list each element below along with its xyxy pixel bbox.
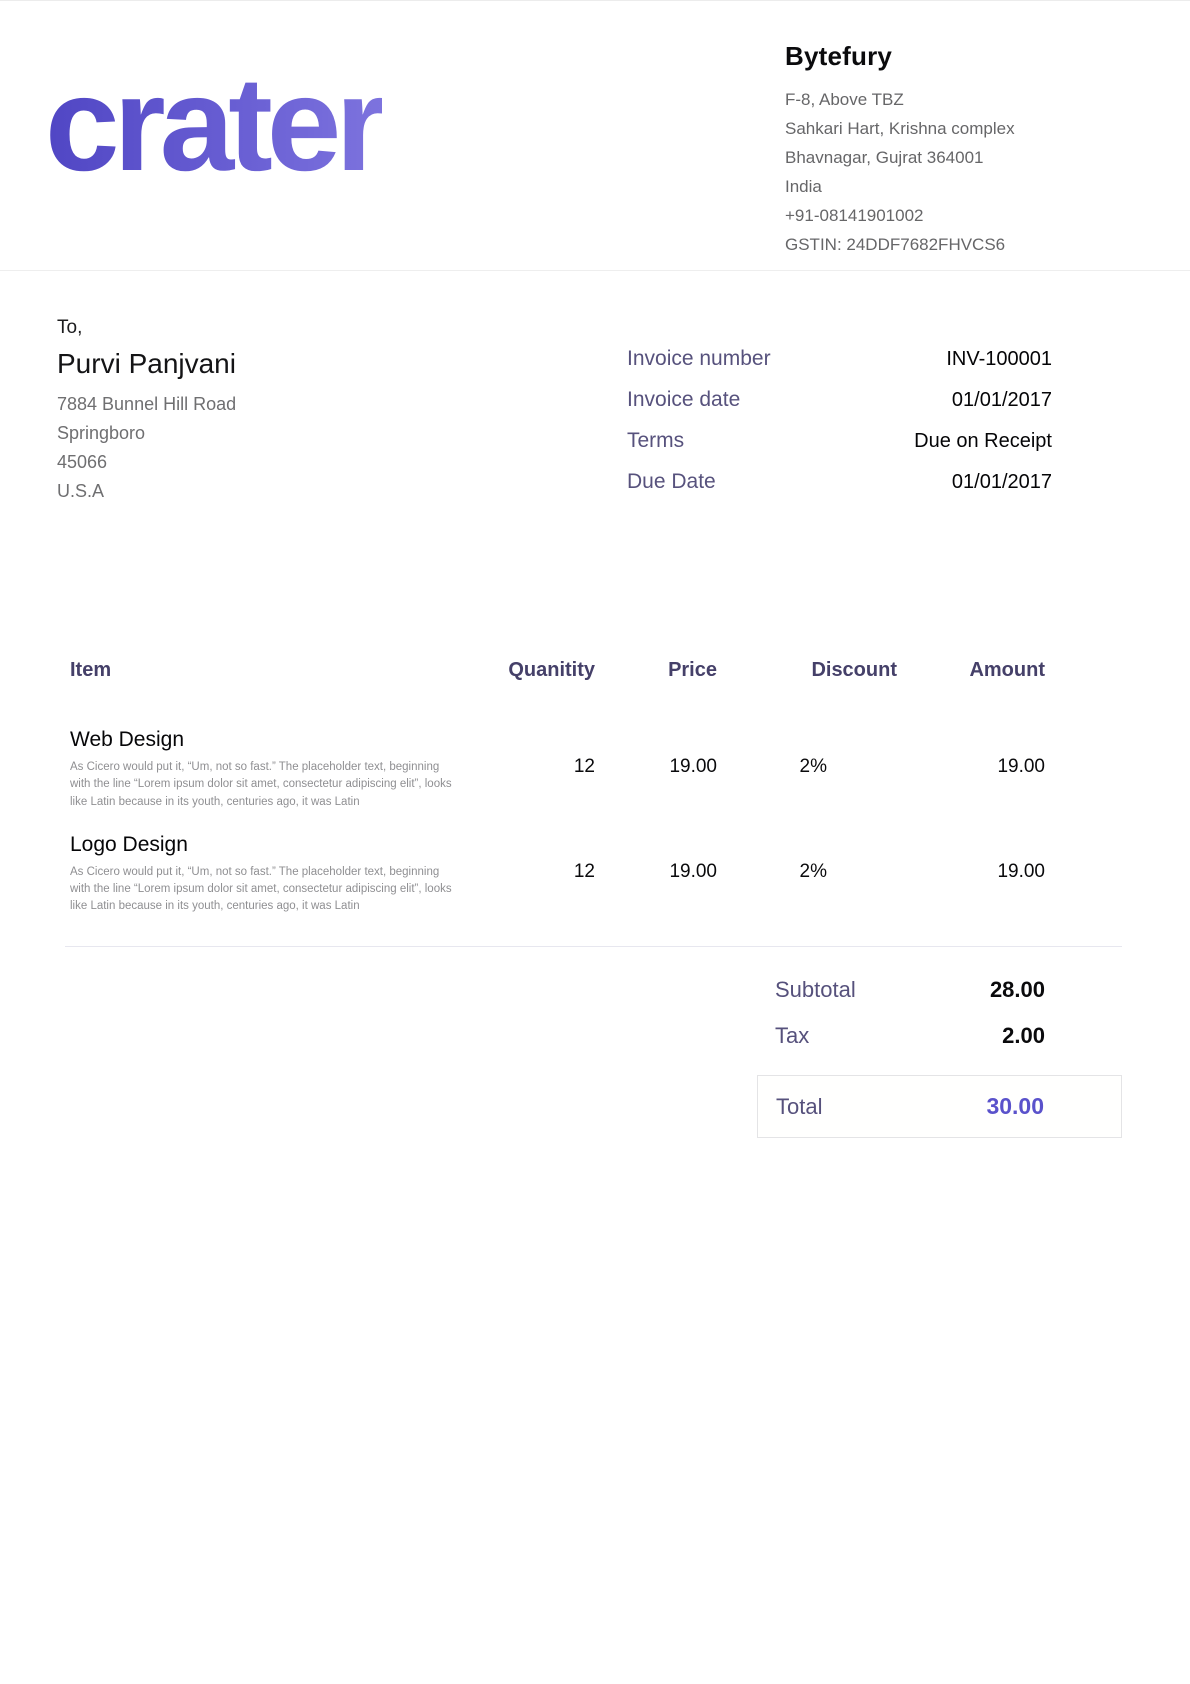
bill-to-prefix: To, bbox=[57, 317, 236, 339]
item-discount: 2% bbox=[717, 698, 897, 811]
terms-label: Terms bbox=[627, 429, 684, 453]
customer-name: Purvi Panjvani bbox=[57, 348, 236, 380]
terms-value: Due on Receipt bbox=[914, 430, 1052, 453]
item-description: As Cicero would put it, “Um, not so fast… bbox=[70, 759, 455, 811]
item-cell: Logo Design As Cicero would put it, “Um,… bbox=[65, 811, 455, 916]
item-cell: Web Design As Cicero would put it, “Um, … bbox=[65, 698, 455, 811]
invoice-meta-block: Invoice number INV-100001 Invoice date 0… bbox=[627, 347, 1052, 511]
invoice-date-row: Invoice date 01/01/2017 bbox=[627, 388, 1052, 412]
total-box: Total 30.00 bbox=[757, 1075, 1122, 1138]
company-address-line: India bbox=[785, 172, 1130, 201]
company-info: Bytefury F-8, Above TBZ Sahkari Hart, Kr… bbox=[785, 33, 1130, 259]
subtotal-row: Subtotal 28.00 bbox=[757, 977, 1122, 1003]
invoice-header: crater Bytefury F-8, Above TBZ Sahkari H… bbox=[0, 1, 1190, 271]
item-price: 19.00 bbox=[595, 698, 717, 811]
tax-value: 2.00 bbox=[1002, 1023, 1045, 1049]
item-discount: 2% bbox=[717, 811, 897, 916]
item-row: Logo Design As Cicero would put it, “Um,… bbox=[65, 811, 1122, 916]
customer-address-line: 7884 Bunnel Hill Road bbox=[57, 390, 236, 419]
due-date-row: Due Date 01/01/2017 bbox=[627, 470, 1052, 494]
totals-divider bbox=[65, 946, 1122, 947]
subtotal-value: 28.00 bbox=[990, 977, 1045, 1003]
invoice-date-label: Invoice date bbox=[627, 388, 740, 412]
company-gstin: GSTIN: 24DDF7682FHVCS6 bbox=[785, 230, 1130, 259]
due-date-label: Due Date bbox=[627, 470, 716, 494]
customer-address-line: Springboro bbox=[57, 419, 236, 448]
quantity-column-header: Quanitity bbox=[455, 659, 595, 698]
invoice-date-value: 01/01/2017 bbox=[952, 389, 1052, 412]
amount-column-header: Amount bbox=[897, 659, 1122, 698]
company-name: Bytefury bbox=[785, 41, 1130, 72]
invoice-number-label: Invoice number bbox=[627, 347, 771, 371]
terms-row: Terms Due on Receipt bbox=[627, 429, 1052, 453]
total-label: Total bbox=[776, 1094, 822, 1120]
customer-address-line: 45066 bbox=[57, 448, 236, 477]
company-address-line: Sahkari Hart, Krishna complex bbox=[785, 114, 1130, 143]
item-amount: 19.00 bbox=[897, 811, 1122, 916]
tax-label: Tax bbox=[775, 1023, 809, 1049]
item-column-header: Item bbox=[65, 659, 455, 698]
customer-address: 7884 Bunnel Hill Road Springboro 45066 U… bbox=[57, 390, 236, 506]
subtotal-label: Subtotal bbox=[775, 977, 856, 1003]
customer-address-line: U.S.A bbox=[57, 477, 236, 506]
item-name: Web Design bbox=[70, 728, 455, 752]
item-quantity: 12 bbox=[455, 811, 595, 916]
invoice-number-row: Invoice number INV-100001 bbox=[627, 347, 1052, 371]
company-address-line: F-8, Above TBZ bbox=[785, 85, 1130, 114]
item-price: 19.00 bbox=[595, 811, 717, 916]
price-column-header: Price bbox=[595, 659, 717, 698]
item-description: As Cicero would put it, “Um, not so fast… bbox=[70, 864, 455, 916]
bill-to-block: To, Purvi Panjvani 7884 Bunnel Hill Road… bbox=[57, 317, 236, 511]
invoice-number-value: INV-100001 bbox=[946, 348, 1052, 371]
due-date-value: 01/01/2017 bbox=[952, 471, 1052, 494]
total-value: 30.00 bbox=[986, 1093, 1044, 1120]
item-name: Logo Design bbox=[70, 833, 455, 857]
totals-section: Subtotal 28.00 Tax 2.00 Total 30.00 bbox=[757, 977, 1122, 1138]
items-table-header-row: Item Quanitity Price Discount Amount bbox=[65, 659, 1122, 698]
item-quantity: 12 bbox=[455, 698, 595, 811]
tax-row: Tax 2.00 bbox=[757, 1023, 1122, 1049]
company-address: F-8, Above TBZ Sahkari Hart, Krishna com… bbox=[785, 85, 1130, 259]
discount-column-header: Discount bbox=[717, 659, 897, 698]
invoice-page: crater Bytefury F-8, Above TBZ Sahkari H… bbox=[0, 0, 1190, 1684]
line-items-section: Item Quanitity Price Discount Amount Web… bbox=[0, 511, 1190, 947]
item-row: Web Design As Cicero would put it, “Um, … bbox=[65, 698, 1122, 811]
company-address-line: Bhavnagar, Gujrat 364001 bbox=[785, 143, 1130, 172]
item-amount: 19.00 bbox=[897, 698, 1122, 811]
company-phone: +91-08141901002 bbox=[785, 201, 1130, 230]
crater-logo: crater bbox=[45, 51, 382, 198]
invoice-info-section: To, Purvi Panjvani 7884 Bunnel Hill Road… bbox=[0, 271, 1190, 511]
items-table: Item Quanitity Price Discount Amount Web… bbox=[65, 659, 1122, 916]
